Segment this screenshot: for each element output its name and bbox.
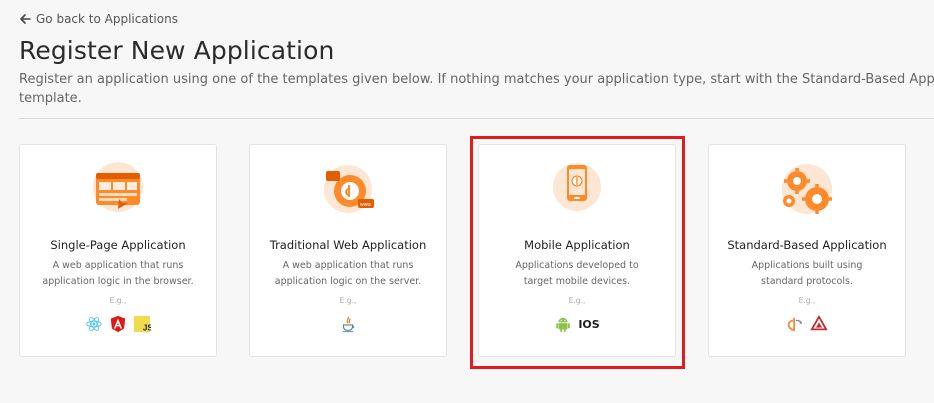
- template-card-single-page-application[interactable]: Single-Page Application A web applicatio…: [19, 144, 217, 357]
- openid-icon: [786, 315, 804, 333]
- card-description: Applications developed to target mobile …: [515, 260, 639, 287]
- card-description: A web application that runs application …: [274, 260, 422, 287]
- svg-text:www: www: [360, 202, 371, 208]
- back-to-applications-link[interactable]: Go back to Applications: [19, 12, 178, 26]
- card-title: Single-Page Application: [50, 238, 186, 252]
- card-title: Standard-Based Application: [727, 238, 887, 252]
- card-eg-label: E.g.,: [798, 296, 816, 305]
- react-icon: [85, 315, 103, 333]
- saml-icon: [810, 315, 828, 333]
- card-title: Traditional Web Application: [269, 238, 427, 252]
- card-tech-icons: IOS: [479, 315, 675, 333]
- card-description: A web application that runs application …: [42, 260, 194, 287]
- template-card-mobile-application[interactable]: Mobile Application Applications develope…: [478, 144, 676, 357]
- web-app-illustration: www: [250, 159, 446, 219]
- standard-app-illustration: [709, 159, 905, 219]
- javascript-icon: JS: [133, 315, 151, 333]
- page-title: Register New Application: [19, 36, 335, 65]
- header-divider: [19, 118, 934, 119]
- card-tech-icons: [250, 315, 446, 333]
- arrow-left-icon: [20, 14, 31, 24]
- android-icon: [554, 315, 572, 333]
- mobile-app-illustration: [479, 159, 675, 219]
- java-icon: [339, 315, 357, 333]
- template-card-standard-based-application[interactable]: Standard-Based Application Applications …: [708, 144, 906, 357]
- javascript-label: JS: [143, 323, 151, 332]
- card-description: Applications built using standard protoc…: [751, 260, 863, 287]
- angular-icon: [109, 315, 127, 333]
- card-eg-label: E.g.,: [568, 296, 586, 305]
- card-tech-icons: JS: [20, 315, 216, 333]
- back-link-label: Go back to Applications: [36, 12, 178, 26]
- spa-illustration: [20, 159, 216, 219]
- card-title: Mobile Application: [524, 238, 630, 252]
- page-description: Register an application using one of the…: [19, 70, 934, 108]
- template-card-traditional-web-application[interactable]: www Traditional Web Application A web ap…: [249, 144, 447, 357]
- ios-label: IOS: [578, 317, 600, 331]
- description-line-1: Register an application using one of the…: [19, 72, 934, 87]
- card-eg-label: E.g.,: [109, 296, 127, 305]
- description-line-2: template.: [19, 91, 82, 106]
- card-eg-label: E.g.,: [339, 296, 357, 305]
- card-tech-icons: [709, 315, 905, 333]
